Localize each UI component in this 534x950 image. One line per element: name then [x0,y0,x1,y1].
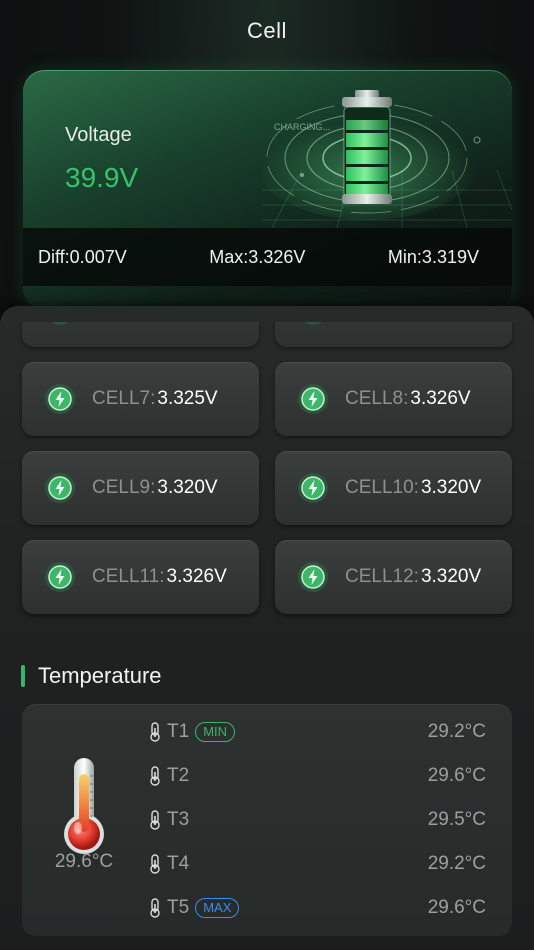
cell-name: CELL9: [92,477,156,498]
cell-screen: Cell CHARGING... Voltage 39.9V Diff:0.00… [0,0,534,950]
sensor-name: T3 [167,809,190,830]
cell-card[interactable]: CELL7: 3.325V [22,362,259,436]
cell-details-panel: CELL5:3.322VCELL6:3.319VCELL7:3.325VCELL… [0,306,534,950]
charging-bolt-icon [297,472,329,504]
voltage-stats-bar: Diff:0.007V Max:3.326V Min:3.319V [23,228,512,286]
cell-voltage: 3.320V [420,477,482,498]
cell-card[interactable]: CELL11: 3.326V [22,540,259,614]
charging-bolt-icon [297,383,329,415]
cell-name: CELL10: [345,477,419,498]
cell-name: CELL7: [92,388,156,409]
min-badge: MIN [195,722,236,742]
cell-card[interactable]: CELL9: 3.320V [22,451,259,525]
charging-bolt-icon [44,322,76,326]
temperature-sensor-row: T2 29.6°C [148,761,486,791]
voltage-value: 39.9V [65,162,139,193]
max-voltage: Max:3.326V [209,246,306,267]
cell-card[interactable]: CELL8: 3.326V [275,362,512,436]
cell-grid: CELL5:3.322VCELL6:3.319VCELL7:3.325VCELL… [22,322,512,614]
temperature-title: Temperature [38,663,162,688]
sensor-temperature: 29.2°C [427,853,486,874]
current-temperature: 29.6°C [54,851,114,872]
temperature-card: 29.6°C T1 MIN 29.2°C T2 29.6°C T3 29.5°C T4 29.2… [22,704,512,936]
cell-card[interactable]: CELL12: 3.320V [275,540,512,614]
thermometer-small-icon [148,766,162,786]
sensor-name: T2 [167,765,190,786]
cell-card[interactable]: CELL5:3.322V [22,322,259,347]
sensor-temperature: 29.2°C [427,721,486,742]
charging-bolt-icon [297,322,329,326]
cell-voltage: 3.320V [420,566,482,587]
thermometer-small-icon [148,810,162,830]
cell-voltage: 3.320V [157,477,218,498]
cell-voltage: 3.326V [166,566,227,587]
cell-card[interactable]: CELL6:3.319V [275,322,512,347]
charging-battery-illustration: CHARGING... [262,90,512,228]
sensor-name: T5 [167,897,190,918]
thermometer-small-icon [148,722,162,742]
cell-list-scroll[interactable]: CELL5:3.322VCELL6:3.319VCELL7:3.325VCELL… [0,322,534,640]
sensor-name: T4 [167,853,190,874]
diff-voltage: Diff:0.007V [38,246,127,267]
sensor-temperature: 29.5°C [427,809,486,830]
cell-voltage: 3.326V [410,388,471,409]
cell-name: CELL11: [92,566,165,587]
svg-text:CHARGING...: CHARGING... [274,122,330,132]
thermometer-icon [64,758,104,854]
voltage-card: CHARGING... Voltage 39.9V Diff:0.007V Ma… [23,70,512,310]
max-badge: MAX [195,898,240,918]
temperature-sensor-row: T3 29.5°C [148,805,486,835]
temperature-sensor-row: T4 29.2°C [148,849,486,879]
cell-card[interactable]: CELL10: 3.320V [275,451,512,525]
min-voltage: Min:3.319V [387,246,479,267]
charging-bolt-icon [297,561,329,593]
cell-voltage: 3.325V [157,388,218,409]
cell-name: CELL12: [345,566,419,587]
cell-name: CELL8: [345,388,409,409]
section-accent-bar [21,665,25,687]
page-title: Cell [247,18,287,43]
thermometer-small-icon [148,898,162,918]
charging-bolt-icon [44,561,76,593]
charging-bolt-icon [44,472,76,504]
thermometer-small-icon [148,854,162,874]
temperature-section-header: Temperature [21,663,162,688]
charging-bolt-icon [44,383,76,415]
voltage-label: Voltage [65,124,132,146]
temperature-sensor-row: T5 MAX 29.6°C [148,893,486,923]
sensor-name: T1 [167,721,190,742]
temperature-sensor-row: T1 MIN 29.2°C [148,717,486,747]
sensor-temperature: 29.6°C [427,897,486,918]
sensor-temperature: 29.6°C [427,765,486,786]
